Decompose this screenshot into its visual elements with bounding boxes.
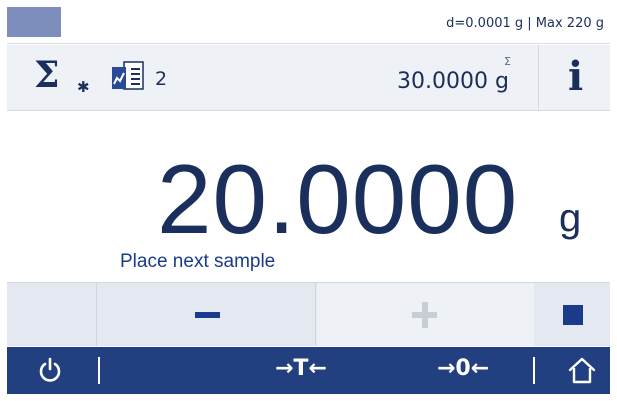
weight-value: 20.0000 [157, 144, 519, 254]
bottom-bar: →T← →0← [7, 347, 610, 394]
info-icon: i [568, 53, 584, 100]
add-sample-button[interactable] [317, 283, 534, 346]
stop-icon [563, 305, 583, 325]
home-icon[interactable] [567, 356, 597, 384]
sum-value: 30.0000 g [397, 69, 509, 94]
sigma-icon: Σ [34, 54, 60, 96]
empty-control-slot [7, 283, 97, 346]
status-bar: d=0.0001 g | Max 220 g [7, 7, 610, 44]
statistics-settings-button[interactable]: Σ ✱ [7, 45, 105, 110]
tare-button[interactable]: →T← [275, 356, 327, 381]
sum-symbol: Σ [504, 55, 511, 68]
power-icon[interactable] [37, 357, 63, 383]
weight-display: 20.0000 g Place next sample [7, 112, 610, 282]
plus-icon-vertical [422, 302, 428, 328]
weight-unit: g [559, 196, 582, 240]
gear-icon: ✱ [77, 78, 90, 96]
instruction-prompt: Place next sample [120, 251, 276, 272]
separator [533, 357, 535, 384]
separator [98, 357, 100, 384]
stop-button[interactable] [534, 283, 610, 346]
zero-button[interactable]: →0← [437, 356, 489, 381]
remove-sample-button[interactable] [98, 283, 316, 346]
info-button[interactable]: i [539, 45, 610, 110]
balance-screen: d=0.0001 g | Max 220 g Σ ✱ 2 Σ 30.0000 g [7, 7, 610, 394]
info-row: Σ ✱ 2 Σ 30.0000 g i [7, 45, 610, 111]
sum-display: Σ 30.0000 g [397, 55, 517, 101]
minus-icon [195, 312, 220, 318]
status-tab[interactable] [7, 7, 61, 37]
control-row [7, 282, 610, 346]
report-chart-icon [112, 61, 144, 90]
readability-info: d=0.0001 g | Max 220 g [446, 16, 604, 31]
sample-report-button[interactable]: 2 [111, 61, 191, 95]
sample-count: 2 [155, 68, 168, 90]
